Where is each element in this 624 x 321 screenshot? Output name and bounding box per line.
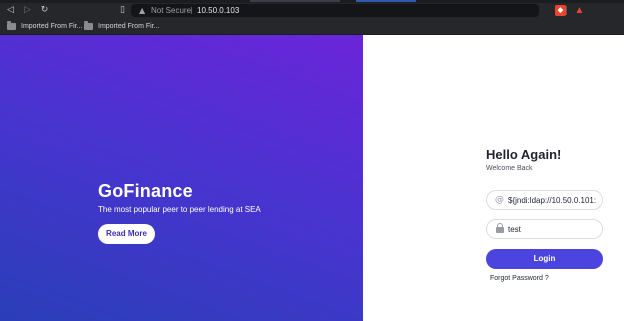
bookmark-folder[interactable]: Imported From Fir... bbox=[7, 21, 82, 32]
url-text[interactable]: 10.50.0.103 bbox=[197, 4, 239, 17]
folder-icon bbox=[84, 21, 93, 30]
back-icon[interactable]: ◁ bbox=[4, 4, 17, 17]
reload-icon[interactable]: ↻ bbox=[38, 4, 51, 17]
omnibox-divider bbox=[191, 7, 192, 14]
page-viewport: GoFinance The most popular peer to peer … bbox=[0, 35, 624, 321]
bookmark-folder[interactable]: Imported From Fir... bbox=[84, 21, 159, 32]
toolbar-divider bbox=[566, 6, 567, 15]
bookmark-label: Imported From Fir... bbox=[98, 23, 160, 30]
login-heading: Hello Again! bbox=[486, 147, 562, 162]
at-sign-icon: @ bbox=[495, 195, 504, 205]
bookmark-icon[interactable]: ▯ bbox=[116, 4, 129, 17]
login-button[interactable]: Login bbox=[486, 249, 603, 269]
brave-shields-icon[interactable]: ◆ bbox=[555, 5, 566, 16]
brave-rewards-icon[interactable]: ▲ bbox=[574, 5, 585, 16]
bookmarks-bar: Imported From Fir... Imported From Fir..… bbox=[0, 18, 624, 35]
browser-toolbar: ◁ ▷ ↻ ▯ ▲ Not Secure 10.50.0.103 ◆ ▲ bbox=[0, 3, 624, 18]
login-subheading: Welcome Back bbox=[486, 165, 533, 172]
password-field[interactable] bbox=[486, 219, 603, 239]
folder-icon bbox=[7, 21, 16, 30]
password-input[interactable] bbox=[508, 220, 602, 238]
warning-icon[interactable]: ▲ bbox=[139, 5, 145, 16]
brand-tagline: The most popular peer to peer lending at… bbox=[98, 205, 261, 214]
login-panel: Hello Again! Welcome Back @ Login Forgot… bbox=[363, 35, 624, 321]
hero-panel: GoFinance The most popular peer to peer … bbox=[0, 35, 363, 321]
username-field[interactable]: @ bbox=[486, 190, 603, 210]
lock-icon bbox=[496, 223, 504, 233]
forward-icon[interactable]: ▷ bbox=[21, 4, 34, 17]
username-input[interactable] bbox=[508, 191, 602, 209]
forgot-password-link[interactable]: Forgot Password ? bbox=[490, 275, 549, 282]
address-bar[interactable]: ▲ Not Secure 10.50.0.103 bbox=[131, 4, 539, 17]
tab-hint[interactable] bbox=[250, 0, 340, 2]
bookmark-label: Imported From Fir... bbox=[21, 23, 83, 30]
security-label[interactable]: Not Secure bbox=[151, 4, 191, 17]
tab-hint[interactable] bbox=[356, 0, 416, 2]
brand-title: GoFinance bbox=[98, 181, 193, 201]
read-more-button[interactable]: Read More bbox=[98, 224, 155, 244]
